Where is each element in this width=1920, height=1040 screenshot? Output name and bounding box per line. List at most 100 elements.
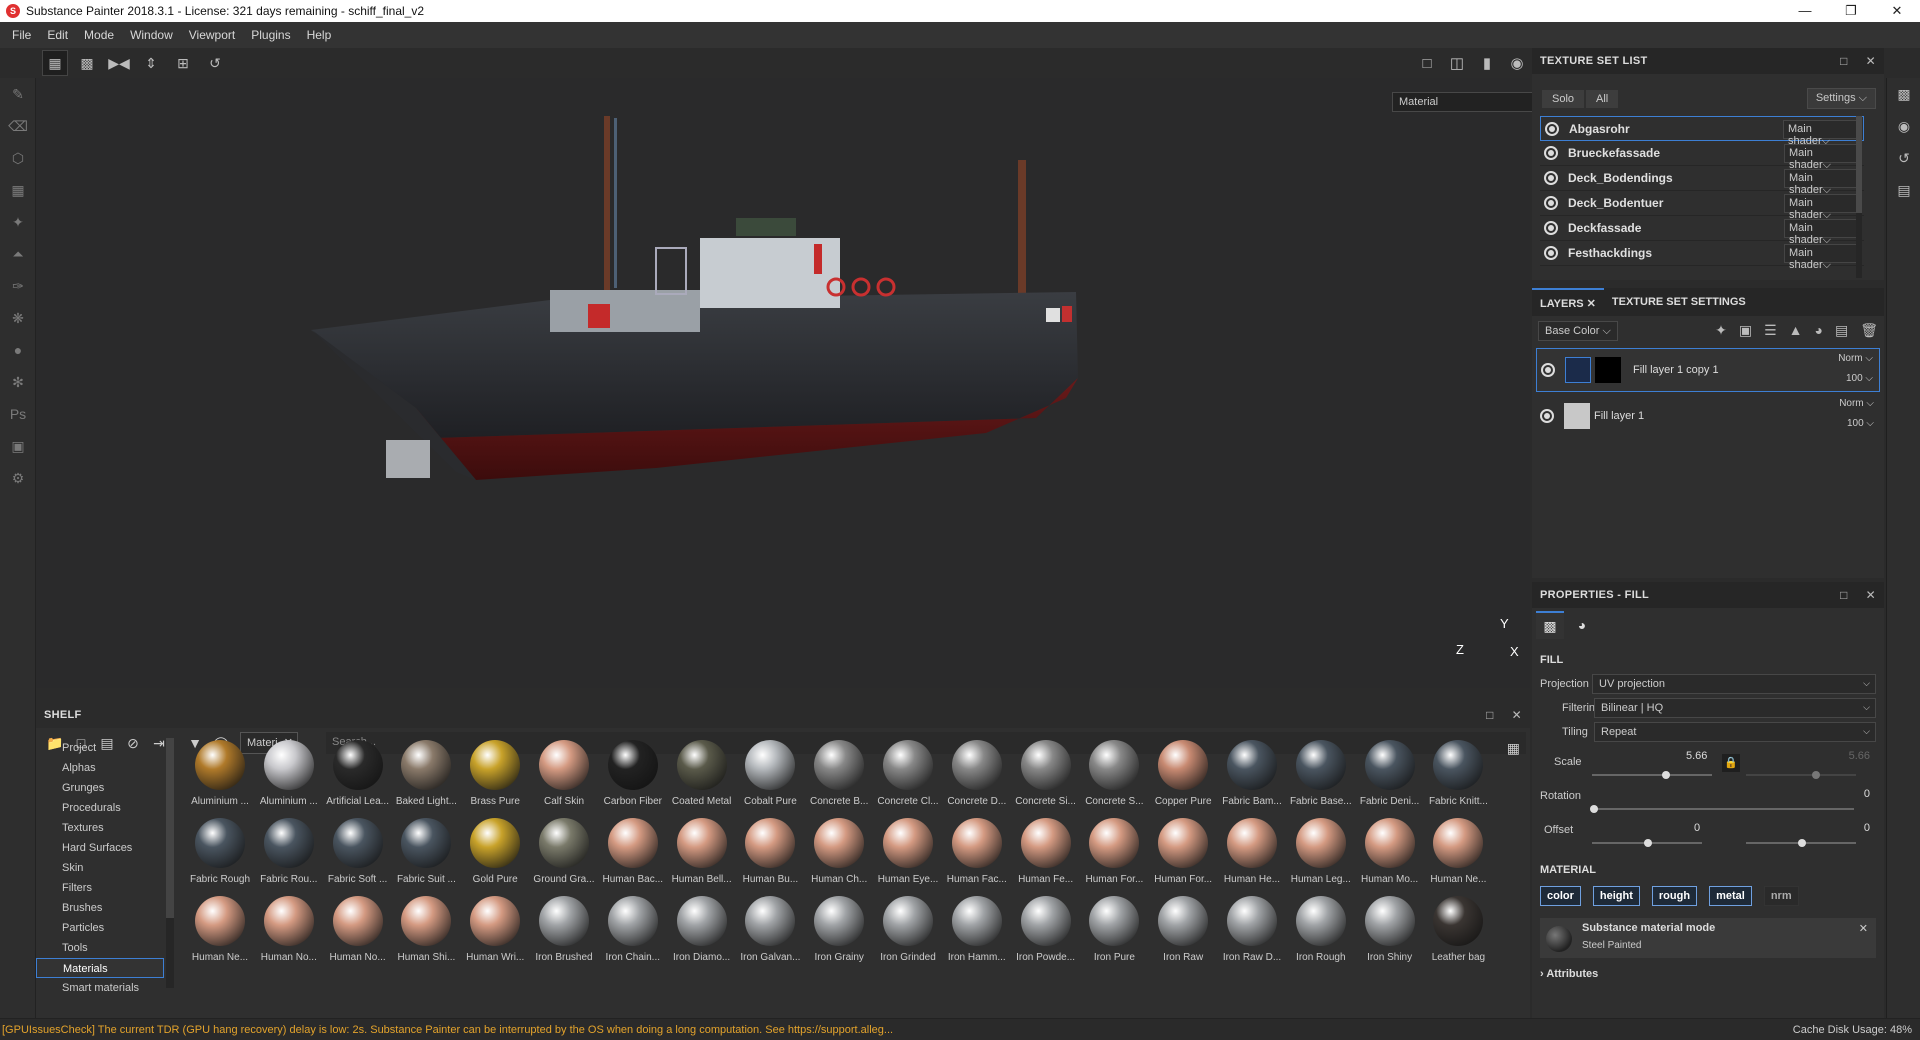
visibility-icon[interactable] (1540, 409, 1554, 423)
shader-select[interactable]: Main shader⌵ (1784, 169, 1860, 196)
visibility-icon[interactable] (1544, 171, 1558, 185)
material-thumbnail[interactable]: Aluminium ... (255, 740, 323, 816)
shader-select[interactable]: Main shader⌵ (1784, 194, 1860, 221)
shelf-category-item[interactable]: Materials (36, 958, 164, 978)
menu-viewport[interactable]: Viewport (181, 28, 243, 42)
material-thumbnail[interactable]: Iron Diamo... (668, 896, 736, 972)
settings-dropdown[interactable]: Settings ⌵ (1806, 88, 1876, 109)
material-thumbnail[interactable]: Fabric Base... (1287, 740, 1355, 816)
material-thumbnail[interactable]: Iron Powde... (1012, 896, 1080, 972)
maximize-button[interactable]: ❐ (1828, 0, 1874, 22)
rotation-slider-handle[interactable] (1590, 805, 1598, 813)
undock-icon[interactable]: □ (1486, 708, 1494, 722)
eraser-icon[interactable]: ⌫ (0, 110, 36, 142)
tab-texture-set-settings[interactable]: TEXTURE SET SETTINGS (1604, 288, 1754, 316)
material-thumbnail[interactable]: Human He... (1218, 818, 1286, 894)
delete-icon[interactable]: 🗑 (1860, 322, 1878, 339)
shelf-category-item[interactable]: Brushes (36, 898, 164, 918)
substance-material-mode[interactable]: Substance material mode Steel Painted ✕ (1540, 918, 1876, 958)
menu-mode[interactable]: Mode (76, 28, 122, 42)
material-thumbnail[interactable]: Artificial Lea... (324, 740, 392, 816)
add-layer-icon[interactable]: ☰ (1764, 322, 1777, 339)
scale-slider-handle-2[interactable] (1812, 771, 1820, 779)
material-thumbnail[interactable]: Human Mo... (1356, 818, 1424, 894)
material-thumbnail[interactable]: Gold Pure (461, 818, 529, 894)
log-icon[interactable]: ▤ (1887, 174, 1920, 206)
material-thumbnail[interactable]: Fabric Rou... (255, 818, 323, 894)
grid-options-icon[interactable]: ▩ (74, 50, 100, 76)
material-thumbnail[interactable]: Iron Raw D... (1218, 896, 1286, 972)
bake-icon[interactable]: ❋ (0, 302, 36, 334)
texture-set-row[interactable]: Deck_Bodendings Main shader⌵ (1540, 166, 1864, 196)
clone-stamp-icon[interactable]: ⏶ (0, 238, 36, 270)
color-picker-icon[interactable]: ✑ (0, 270, 36, 302)
material-thumbnail[interactable]: Concrete Si... (1012, 740, 1080, 816)
texture-set-row[interactable]: Abgasrohr Main shader⌵ (1540, 116, 1864, 147)
shader-select[interactable]: Main shader⌵ (1783, 120, 1859, 147)
scale-value-2[interactable]: 5.66 (1849, 750, 1870, 762)
offset-slider[interactable]: Offset 0 0 (1532, 818, 1884, 852)
material-thumbnail[interactable]: Fabric Rough (186, 818, 254, 894)
close-icon[interactable]: ✕ (1859, 922, 1868, 935)
material-thumbnail[interactable]: Human Ch... (805, 818, 873, 894)
material-thumbnail[interactable]: Fabric Soft ... (324, 818, 392, 894)
minimize-button[interactable]: — (1782, 0, 1828, 22)
texture-set-row[interactable]: Brueckefassade Main shader⌵ (1540, 141, 1864, 171)
status-message[interactable]: [GPUIssuesCheck] The current TDR (GPU ha… (2, 1024, 893, 1036)
projection-icon[interactable]: ⬡ (0, 142, 36, 174)
material-thumbnail[interactable]: Iron Raw (1149, 896, 1217, 972)
channel-metal-toggle[interactable]: metal (1709, 886, 1752, 906)
add-frame-icon[interactable]: ⊞ (170, 50, 196, 76)
mirror-x-icon[interactable]: ▶◀ (106, 50, 132, 76)
material-thumbnail[interactable]: Iron Grinded (874, 896, 942, 972)
export-icon[interactable]: ▣ (0, 430, 36, 462)
visibility-icon[interactable] (1545, 121, 1559, 136)
mirror-y-icon[interactable]: ⇕ (138, 50, 164, 76)
close-icon[interactable]: ✕ (1866, 588, 1876, 602)
material-thumbnail[interactable]: Human Bac... (599, 818, 667, 894)
layer-row[interactable]: Fill layer 1 Norm ⌵ 100 ⌵ (1536, 394, 1880, 438)
material-thumbnail[interactable]: Concrete Cl... (874, 740, 942, 816)
material-thumbnail[interactable]: Iron Galvan... (736, 896, 804, 972)
shelf-category-item[interactable]: Tools (36, 938, 164, 958)
display-settings-icon[interactable]: ▩ (1887, 78, 1920, 110)
shelf-category-item[interactable]: Smart materials (36, 978, 164, 998)
paint-brush-icon[interactable]: ✎ (0, 78, 36, 110)
close-button[interactable]: ✕ (1874, 0, 1920, 22)
rotation-slider[interactable]: Rotation 0 (1532, 784, 1884, 818)
3d-viewport[interactable]: Material ⌵ (36, 78, 1556, 688)
shader-select[interactable]: Main shader⌵ (1784, 219, 1860, 246)
visibility-icon[interactable] (1544, 246, 1558, 260)
scale-slider[interactable]: Scale 5.66 🔒 5.66 (1532, 750, 1884, 784)
smudge-icon[interactable]: ✦ (0, 206, 36, 238)
material-thumbnail[interactable]: Human Wri... (461, 896, 529, 972)
material-thumbnail[interactable]: Concrete B... (805, 740, 873, 816)
undock-icon[interactable]: □ (1840, 588, 1848, 602)
shelf-category-item[interactable]: Textures (36, 818, 164, 838)
channel-select[interactable]: Base Color ⌵ (1538, 321, 1618, 341)
grid-view-icon[interactable]: ▦ (1507, 740, 1520, 757)
smart-material-icon[interactable]: ◕ (1815, 322, 1823, 339)
material-thumbnail[interactable]: Fabric Bam... (1218, 740, 1286, 816)
material-thumbnail[interactable]: Iron Hamm... (943, 896, 1011, 972)
material-thumbnail[interactable]: Cobalt Pure (736, 740, 804, 816)
camera-video-icon[interactable]: ▮ (1474, 50, 1500, 76)
offset-slider-handle[interactable] (1644, 839, 1652, 847)
symmetry-grid-icon[interactable]: ▦ (42, 50, 68, 76)
material-thumbnail[interactable]: Brass Pure (461, 740, 529, 816)
material-thumbnail[interactable]: Human For... (1080, 818, 1148, 894)
all-toggle[interactable]: All (1586, 90, 1619, 108)
material-thumbnail[interactable]: Iron Shiny (1356, 896, 1424, 972)
shader-select[interactable]: Main shader⌵ (1784, 244, 1860, 271)
material-thumbnail[interactable]: Human For... (1149, 818, 1217, 894)
solo-toggle[interactable]: Solo (1542, 90, 1585, 108)
undock-icon[interactable]: □ (1840, 54, 1848, 68)
add-folder-icon[interactable]: ▤ (1835, 322, 1848, 339)
menu-help[interactable]: Help (299, 28, 340, 42)
add-fill-layer-icon[interactable]: ▲ (1789, 322, 1803, 339)
menu-window[interactable]: Window (122, 28, 181, 42)
filtering-select[interactable]: Bilinear | HQ ⌵ (1594, 698, 1876, 718)
shelf-category-item[interactable]: Procedurals (36, 798, 164, 818)
texture-set-row[interactable]: Festhackdings Main shader⌵ (1540, 241, 1864, 271)
material-thumbnail[interactable]: Human Bu... (736, 818, 804, 894)
